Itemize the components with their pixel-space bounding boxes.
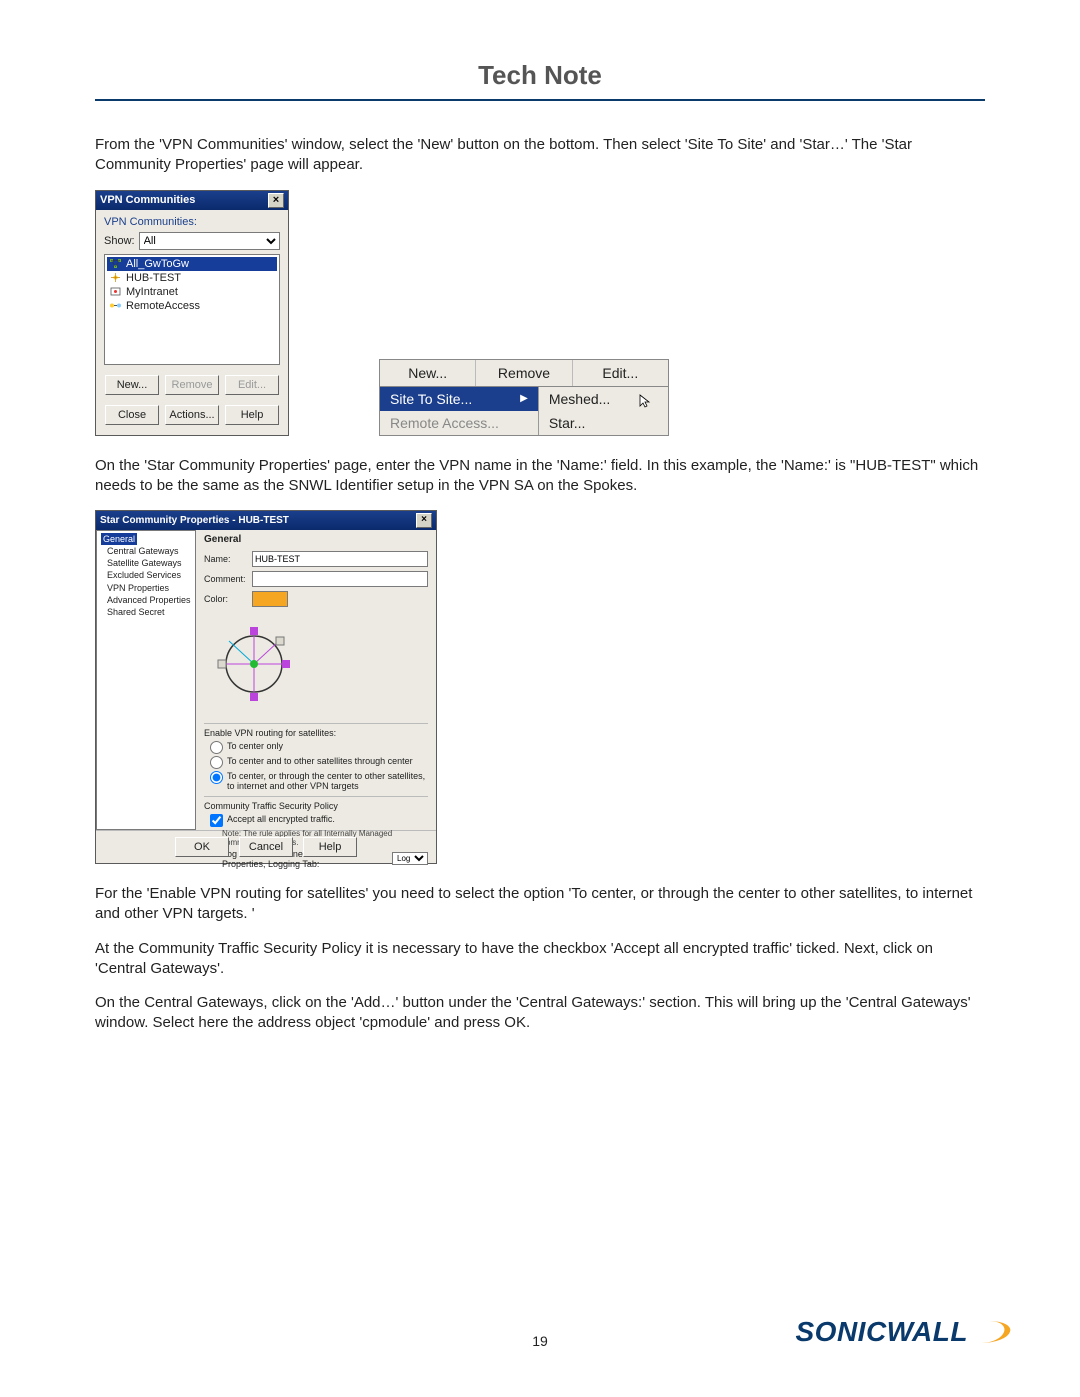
tree-item[interactable]: Central Gateways	[101, 545, 191, 557]
close-icon[interactable]: ×	[268, 193, 284, 208]
security-title: Community Traffic Security Policy	[204, 801, 428, 811]
tri-edit-button[interactable]: Edit...	[573, 360, 668, 386]
paragraph-4: At the Community Traffic Security Policy…	[95, 939, 985, 980]
name-label: Name:	[204, 554, 246, 564]
list-item[interactable]: All_GwToGw	[107, 257, 277, 271]
page-number: 19	[532, 1333, 548, 1349]
edit-button[interactable]: Edit...	[225, 375, 279, 395]
new-menu-cluster: New... Remove Edit... Site To Site... ▶ …	[379, 359, 669, 436]
tree-item[interactable]: Advanced Properties	[101, 594, 191, 606]
section-heading: General	[204, 534, 428, 545]
vpn-win-titlebar: VPN Communities ×	[96, 191, 288, 210]
menu-star[interactable]: Star...	[539, 411, 668, 435]
cancel-button[interactable]: Cancel	[239, 837, 293, 857]
mesh-icon	[109, 258, 122, 269]
comment-field[interactable]	[252, 571, 428, 587]
list-item-label: HUB-TEST	[126, 272, 181, 284]
help-button[interactable]: Help	[303, 837, 357, 857]
opt-center-internet[interactable]: To center, or through the center to othe…	[204, 771, 428, 792]
star-properties-window: Star Community Properties - HUB-TEST × G…	[95, 510, 437, 864]
sonicwall-logo: SONICWALL	[796, 1316, 1011, 1348]
tri-new-button[interactable]: New...	[380, 360, 476, 386]
paragraph-2: On the 'Star Community Properties' page,…	[95, 456, 985, 497]
name-field[interactable]	[252, 551, 428, 567]
menu-label: Meshed...	[549, 391, 610, 407]
help-button[interactable]: Help	[225, 405, 279, 425]
log-select[interactable]: Log	[392, 852, 428, 865]
opt-accept-encrypted[interactable]: Accept all encrypted traffic.	[204, 814, 428, 827]
swoosh-icon	[958, 1321, 1014, 1343]
close-icon[interactable]: ×	[416, 513, 432, 528]
list-item-label: MyIntranet	[126, 286, 178, 298]
chevron-right-icon: ▶	[520, 393, 528, 404]
vpn-group-label: VPN Communities:	[104, 216, 280, 228]
tree-item[interactable]: Satellite Gateways	[101, 557, 191, 569]
opt-center-only[interactable]: To center only	[204, 741, 428, 754]
list-item-label: All_GwToGw	[126, 258, 189, 270]
tree-item[interactable]: Excluded Services	[101, 569, 191, 581]
list-item-label: RemoteAccess	[126, 300, 200, 312]
show-select[interactable]: All	[139, 232, 280, 250]
header-rule	[95, 99, 985, 101]
paragraph-5: On the Central Gateways, click on the 'A…	[95, 993, 985, 1034]
star-win-title: Star Community Properties - HUB-TEST	[100, 515, 289, 526]
color-label: Color:	[204, 594, 246, 604]
actions-button[interactable]: Actions...	[165, 405, 219, 425]
star-topology-diagram	[204, 619, 304, 709]
intranet-icon	[109, 286, 122, 297]
star-nav-tree[interactable]: General Central Gateways Satellite Gatew…	[96, 530, 196, 830]
ok-button[interactable]: OK	[175, 837, 229, 857]
comment-label: Comment:	[204, 574, 246, 584]
tree-item[interactable]: Shared Secret	[101, 606, 191, 618]
tri-remove-button[interactable]: Remove	[476, 360, 572, 386]
vpn-communities-window: VPN Communities × VPN Communities: Show:…	[95, 190, 289, 436]
menu-site-to-site[interactable]: Site To Site... ▶	[380, 387, 538, 411]
menu-label: Remote Access...	[390, 415, 499, 431]
list-item[interactable]: RemoteAccess	[107, 299, 277, 313]
menu-meshed[interactable]: Meshed...	[539, 387, 668, 411]
list-item[interactable]: MyIntranet	[107, 285, 277, 299]
cursor-icon	[638, 393, 654, 409]
vpn-list[interactable]: All_GwToGw HUB-TEST MyIntranet RemoteAcc…	[104, 254, 280, 365]
opt-center-satellites[interactable]: To center and to other satellites throug…	[204, 756, 428, 769]
remove-button[interactable]: Remove	[165, 375, 219, 395]
menu-label: Star...	[549, 415, 586, 431]
show-label: Show:	[104, 235, 135, 247]
tree-item-general[interactable]: General	[101, 533, 137, 545]
page-title: Tech Note	[95, 60, 985, 91]
menu-label: Site To Site...	[390, 391, 472, 407]
paragraph-3: For the 'Enable VPN routing for satellit…	[95, 884, 985, 925]
remote-access-icon	[109, 300, 122, 311]
menu-remote-access[interactable]: Remote Access...	[380, 411, 538, 435]
routing-title: Enable VPN routing for satellites:	[204, 728, 428, 738]
close-button[interactable]: Close	[105, 405, 159, 425]
new-button[interactable]: New...	[105, 375, 159, 395]
logo-text: SONICWALL	[796, 1316, 969, 1348]
tree-item[interactable]: VPN Properties	[101, 582, 191, 594]
star-icon	[109, 272, 122, 283]
color-select[interactable]	[252, 591, 288, 607]
list-item[interactable]: HUB-TEST	[107, 271, 277, 285]
star-win-titlebar: Star Community Properties - HUB-TEST ×	[96, 511, 436, 530]
vpn-win-title: VPN Communities	[100, 194, 195, 206]
paragraph-1: From the 'VPN Communities' window, selec…	[95, 135, 985, 176]
